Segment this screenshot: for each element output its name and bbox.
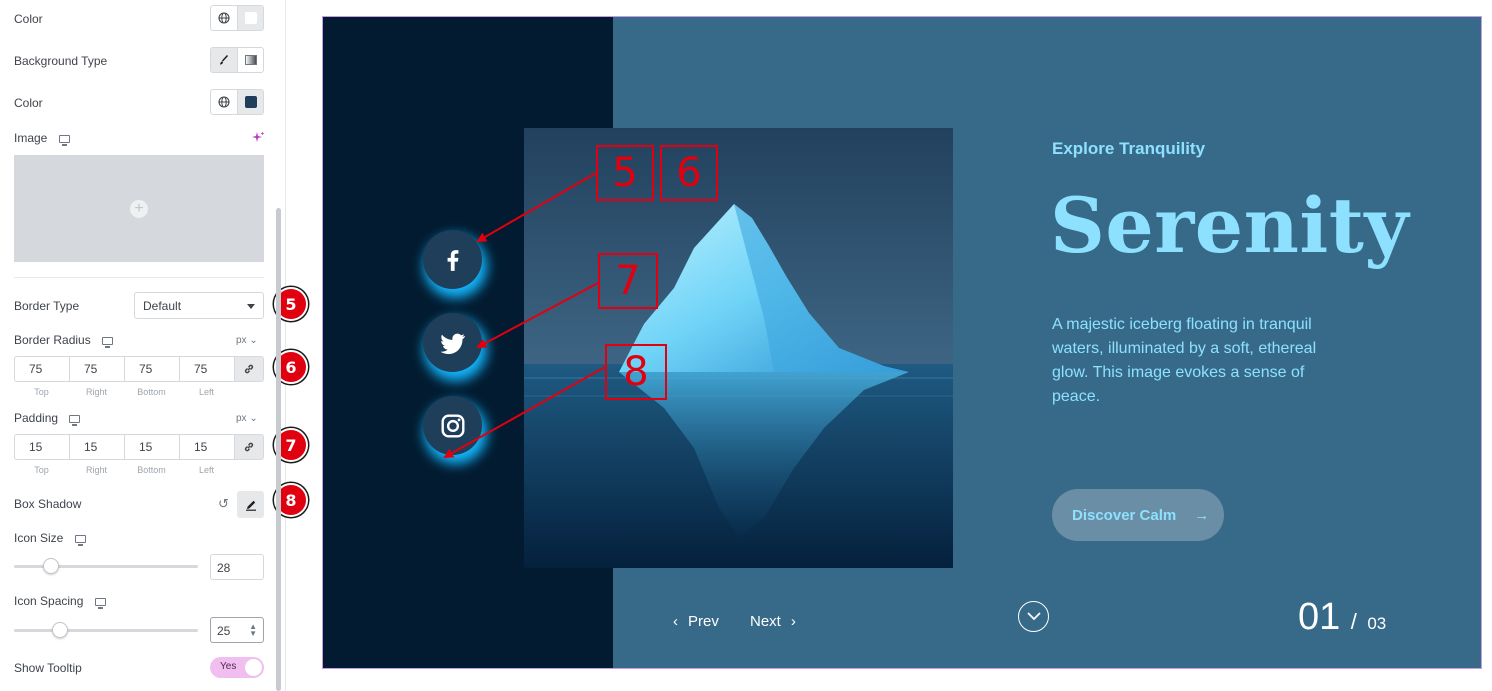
border-type-select[interactable]: Default [134, 292, 264, 319]
spinner-arrows-icon[interactable]: ▲ ▼ [249, 623, 257, 638]
toggle-value: Yes [220, 661, 237, 672]
padding-unit[interactable]: px ⌄ [236, 413, 258, 424]
icon-spacing-label: Icon Spacing [14, 594, 84, 608]
padding-row: Padding [14, 411, 81, 426]
chevron-down-icon [1026, 612, 1041, 621]
padding-top-input[interactable]: 15 [15, 435, 70, 459]
side-label-right: Right [85, 387, 107, 397]
border-radius-label: Border Radius [14, 333, 91, 347]
globe-icon[interactable] [211, 6, 237, 30]
side-label-bottom: Bottom [137, 387, 166, 397]
desktop-icon[interactable] [94, 597, 106, 609]
chevron-right-icon: › [790, 613, 796, 630]
show-tooltip-label: Show Tooltip [14, 661, 82, 675]
reset-icon[interactable]: ↺ [218, 496, 229, 512]
slider-preview: 5 6 7 8 Explore Tranquility Serenity A m… [322, 16, 1482, 669]
padding-side-labels: Top Right Bottom Left [14, 465, 264, 475]
side-label-left: Left [198, 387, 214, 397]
edit-pencil-icon[interactable] [237, 491, 264, 518]
globe-icon[interactable] [211, 90, 237, 114]
image-label: Image [14, 131, 48, 145]
background-type-control [210, 47, 264, 73]
image-upload-area[interactable]: + [14, 155, 264, 262]
link-values-icon[interactable] [235, 435, 263, 459]
icon-size-label: Icon Size [14, 531, 64, 545]
side-label-bottom: Bottom [137, 465, 166, 475]
divider [14, 277, 264, 278]
border-radius-inputs: 75 75 75 75 [14, 356, 264, 382]
chevron-left-icon: ‹ [673, 613, 678, 630]
slide-description: A majestic iceberg floating in tranquil … [1052, 316, 1317, 405]
radius-top-input[interactable]: 75 [15, 357, 70, 381]
brush-icon[interactable] [211, 48, 237, 72]
border-radius-side-labels: Top Right Bottom Left [14, 387, 264, 397]
discover-calm-button[interactable]: Discover Calm → [1052, 489, 1224, 541]
arrow-to-facebook [476, 172, 597, 242]
icon-spacing-slider[interactable] [14, 629, 198, 632]
border-radius-row: Border Radius [14, 333, 114, 348]
desktop-icon[interactable] [69, 414, 81, 426]
background-type-label: Background Type [14, 54, 108, 68]
scroll-down-button[interactable] [1018, 601, 1049, 632]
cta-label: Discover Calm [1072, 506, 1177, 524]
image-row: Image [14, 131, 70, 146]
next-button[interactable]: Next › [750, 613, 796, 630]
arrow-to-twitter [476, 282, 599, 348]
icon-spacing-slider-thumb[interactable] [52, 622, 68, 638]
icon-spacing-row: Icon Spacing [14, 594, 106, 609]
arrow-right-icon: → [1194, 506, 1210, 524]
icon-size-slider[interactable] [14, 565, 198, 568]
color-label-2: Color [14, 96, 43, 110]
padding-bottom-input[interactable]: 15 [125, 435, 180, 459]
slide-counter: 01 / 03 [1298, 596, 1386, 639]
add-image-icon[interactable]: + [130, 199, 148, 218]
padding-left-input[interactable]: 15 [180, 435, 235, 459]
desktop-icon[interactable] [74, 534, 86, 546]
side-label-right: Right [85, 465, 107, 475]
color-label: Color [14, 12, 43, 26]
gradient-icon[interactable] [237, 48, 263, 72]
radius-bottom-input[interactable]: 75 [125, 357, 180, 381]
icon-size-row: Icon Size [14, 531, 86, 546]
total-slides: 03 [1367, 614, 1387, 633]
color-swatch-dark[interactable] [237, 90, 263, 114]
desktop-icon[interactable] [102, 336, 114, 348]
icon-spacing-input[interactable]: 25 ▲ ▼ [210, 617, 264, 643]
counter-separator: / [1350, 609, 1357, 634]
panel-scrollbar[interactable] [276, 208, 281, 691]
settings-panel: Color Background Type Color Image + Bord… [0, 0, 308, 691]
side-label-left: Left [198, 465, 214, 475]
side-label-top: Top [34, 387, 49, 397]
border-type-value: Default [143, 299, 182, 313]
next-label: Next [750, 613, 781, 630]
icon-spacing-value: 25 [217, 624, 231, 638]
radius-right-input[interactable]: 75 [70, 357, 125, 381]
show-tooltip-toggle[interactable]: Yes [210, 657, 264, 678]
padding-label: Padding [14, 411, 59, 425]
padding-right-input[interactable]: 15 [70, 435, 125, 459]
icon-size-input[interactable]: 28 [210, 554, 264, 580]
radius-left-input[interactable]: 75 [180, 357, 235, 381]
prev-button[interactable]: ‹ Prev [673, 613, 719, 630]
slide-title: Serenity [1050, 181, 1410, 270]
arrow-to-instagram [443, 366, 606, 458]
icon-size-slider-thumb[interactable] [42, 558, 59, 574]
caret-down-icon [247, 304, 255, 309]
link-values-icon[interactable] [235, 357, 263, 381]
desktop-icon[interactable] [58, 134, 70, 146]
ai-sparkle-icon[interactable] [252, 131, 265, 149]
color-control [210, 5, 264, 31]
prev-label: Prev [688, 613, 719, 630]
color-control-2 [210, 89, 264, 115]
padding-inputs: 15 15 15 15 [14, 434, 264, 460]
side-label-top: Top [34, 465, 49, 475]
slide-eyebrow: Explore Tranquility [1052, 139, 1206, 158]
color-swatch[interactable] [237, 6, 263, 30]
border-radius-unit[interactable]: px ⌄ [236, 335, 258, 346]
border-type-label: Border Type [14, 299, 80, 313]
current-slide: 01 [1298, 596, 1341, 638]
box-shadow-label: Box Shadow [14, 497, 82, 511]
